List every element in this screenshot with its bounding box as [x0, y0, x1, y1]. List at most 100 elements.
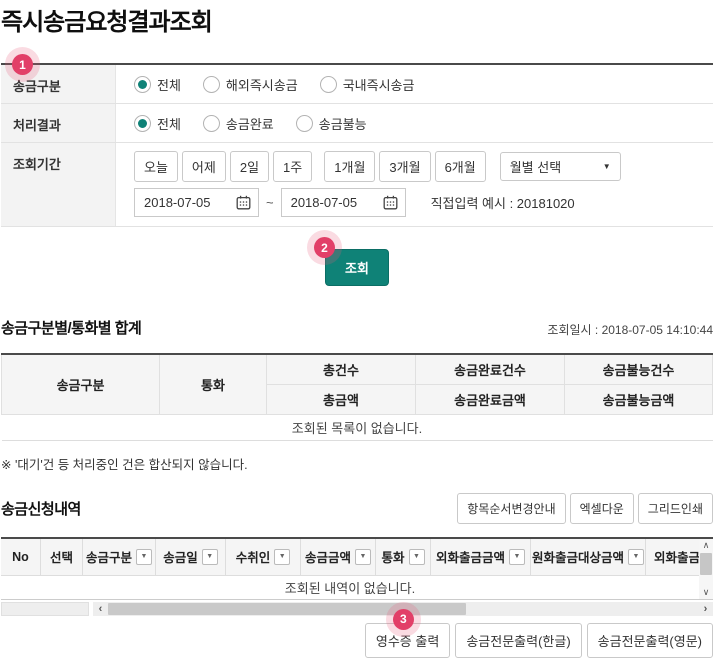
period-button-yesterday[interactable]: 어제 [182, 151, 226, 182]
vertical-scrollbar[interactable]: ∧ ∨ [699, 539, 713, 600]
filter-dropdown-icon[interactable]: ▼ [509, 549, 525, 565]
date-range-tilde: ~ [266, 195, 274, 210]
scroll-up-icon[interactable]: ∧ [699, 539, 713, 552]
step-badge-3: 3 [393, 609, 414, 630]
detail-grid-header: No 선택 송금구분 ▼ 송금일 ▼ 수취인 ▼ 송금금액 [1, 539, 699, 576]
direct-input-hint: 직접입력 예시 : 20181020 [431, 193, 575, 212]
summary-col-count-fail: 송금불능건수 [565, 354, 713, 384]
grid-print-button[interactable]: 그리드인쇄 [638, 493, 713, 524]
radio-all-results[interactable]: 전체 [134, 114, 181, 133]
detail-title: 송금신청내역 [1, 498, 81, 519]
radio-label: 해외즉시송금 [226, 75, 298, 94]
row-label-period: 조회기간 [1, 143, 116, 226]
summary-col-type: 송금구분 [2, 354, 160, 414]
col-label: 송금일 [163, 547, 198, 566]
radio-label: 국내즉시송금 [343, 75, 415, 94]
period-button-1week[interactable]: 1주 [273, 151, 312, 182]
period-button-today[interactable]: 오늘 [134, 151, 178, 182]
calendar-icon[interactable] [383, 195, 398, 210]
search-button-label: 조회 [345, 261, 369, 276]
filter-dropdown-icon[interactable]: ▼ [409, 549, 425, 565]
radio-failed[interactable]: 송금불능 [296, 114, 367, 133]
filter-dropdown-icon[interactable]: ▼ [274, 549, 290, 565]
col-label: 원화출금대상금액 [532, 547, 624, 566]
vertical-scrollbar-track[interactable] [699, 576, 713, 586]
radio-unselected-icon [203, 76, 220, 93]
period-button-2days[interactable]: 2일 [230, 151, 269, 182]
remit-message-print-korean-button[interactable]: 송금전문출력(한글) [455, 623, 581, 658]
period-button-1month[interactable]: 1개월 [324, 151, 375, 182]
summary-empty-message: 조회된 목록이 없습니다. [2, 414, 713, 440]
month-select[interactable]: 월별 선택 ▼ [500, 152, 621, 181]
chevron-down-icon: ▼ [603, 162, 611, 171]
summary-col-currency: 통화 [160, 354, 267, 414]
radio-overseas-instant[interactable]: 해외즉시송금 [203, 75, 298, 94]
radio-domestic-instant[interactable]: 국내즉시송금 [320, 75, 415, 94]
filter-dropdown-icon[interactable]: ▼ [355, 549, 371, 565]
remit-message-print-english-button[interactable]: 송금전문출력(영문) [587, 623, 713, 658]
date-range-controls: 2018-07-05 ~ 2018-07-05 [134, 188, 575, 217]
radio-label: 송금완료 [226, 114, 274, 133]
horizontal-scrollbar-thumb[interactable] [108, 603, 466, 615]
form-row-process-result: 처리결과 전체 송금완료 송금불능 [1, 104, 713, 143]
period-button-6months[interactable]: 6개월 [435, 151, 486, 182]
radio-selected-icon [134, 115, 151, 132]
form-row-remittance-type: 송금구분 전체 해외즉시송금 국내즉시송금 [1, 65, 713, 104]
col-label: 외화출금액 [654, 547, 699, 566]
scroll-right-icon[interactable]: › [698, 602, 713, 616]
summary-col-amount-done: 송금완료금액 [416, 384, 565, 414]
filter-dropdown-icon[interactable]: ▼ [202, 549, 218, 565]
date-to-input[interactable]: 2018-07-05 [281, 188, 406, 217]
radio-label: 전체 [157, 75, 181, 94]
radio-selected-icon [134, 76, 151, 93]
radio-label: 송금불능 [319, 114, 367, 133]
step-badge-2: 2 [314, 237, 335, 258]
scroll-left-icon[interactable]: ‹ [93, 602, 108, 616]
col-label: 송금구분 [86, 547, 132, 566]
radio-completed[interactable]: 송금완료 [203, 114, 274, 133]
summary-col-amount-fail: 송금불능금액 [565, 384, 713, 414]
date-from-input[interactable]: 2018-07-05 [134, 188, 259, 217]
filter-dropdown-icon[interactable]: ▼ [136, 549, 152, 565]
column-order-guide-button[interactable]: 항목순서변경안내 [457, 493, 565, 524]
col-label: 통화 [381, 547, 404, 566]
detail-toolbar: 항목순서변경안내 엑셀다운 그리드인쇄 [457, 493, 713, 524]
col-label: 수취인 [236, 547, 271, 566]
excel-download-button[interactable]: 엑셀다운 [570, 493, 634, 524]
col-select: 선택 [41, 539, 83, 576]
radio-unselected-icon [320, 76, 337, 93]
month-select-value: 월별 선택 [510, 157, 561, 176]
col-remit-type: 송금구분 ▼ [83, 539, 156, 576]
step-badge-1: 1 [12, 54, 33, 75]
detail-grid-main: No 선택 송금구분 ▼ 송금일 ▼ 수취인 ▼ 송금금액 [1, 539, 699, 600]
process-result-options: 전체 송금완료 송금불능 [116, 104, 713, 142]
col-label: 송금금액 [305, 547, 351, 566]
period-button-3months[interactable]: 3개월 [379, 151, 430, 182]
frozen-columns-area [1, 602, 89, 616]
vertical-scrollbar-thumb[interactable] [700, 553, 712, 575]
remittance-type-options: 전체 해외즉시송금 국내즉시송금 [116, 65, 713, 103]
detail-empty-message: 조회된 내역이 없습니다. [1, 576, 699, 600]
period-controls: 오늘 어제 2일 1주 1개월 3개월 6개월 월별 선택 ▼ 2018-07-… [116, 143, 713, 226]
radio-label: 전체 [157, 114, 181, 133]
summary-note: ※ '대기'건 등 처리중인 건은 합산되지 않습니다. [1, 454, 713, 473]
col-no: No [1, 539, 41, 576]
col-remit-amount: 송금금액 ▼ [301, 539, 376, 576]
filter-dropdown-icon[interactable]: ▼ [628, 549, 644, 565]
horizontal-scrollbar-row: ‹ › [1, 602, 713, 616]
calendar-icon[interactable] [236, 195, 251, 210]
scroll-down-icon[interactable]: ∨ [699, 586, 713, 599]
col-recipient: 수취인 ▼ [226, 539, 301, 576]
period-quick-buttons: 오늘 어제 2일 1주 1개월 3개월 6개월 월별 선택 ▼ [134, 151, 621, 182]
col-label: 선택 [50, 547, 73, 566]
summary-title: 송금구분별/통화별 합계 [1, 317, 141, 338]
col-remit-date: 송금일 ▼ [156, 539, 226, 576]
radio-all[interactable]: 전체 [134, 75, 181, 94]
search-button[interactable]: 2 조회 [325, 249, 389, 286]
search-form: 1 송금구분 전체 해외즉시송금 국내즉시송금 처리결과 [1, 63, 713, 227]
summary-col-count-done: 송금완료건수 [416, 354, 565, 384]
remittance-result-page: 즉시송금요청결과조회 1 송금구분 전체 해외즉시송금 국내즉시송금 [0, 0, 713, 658]
receipt-button-wrap: 3 영수증 출력 [365, 623, 450, 658]
date-from-value: 2018-07-05 [144, 195, 211, 210]
page-title: 즉시송금요청결과조회 [1, 2, 713, 37]
